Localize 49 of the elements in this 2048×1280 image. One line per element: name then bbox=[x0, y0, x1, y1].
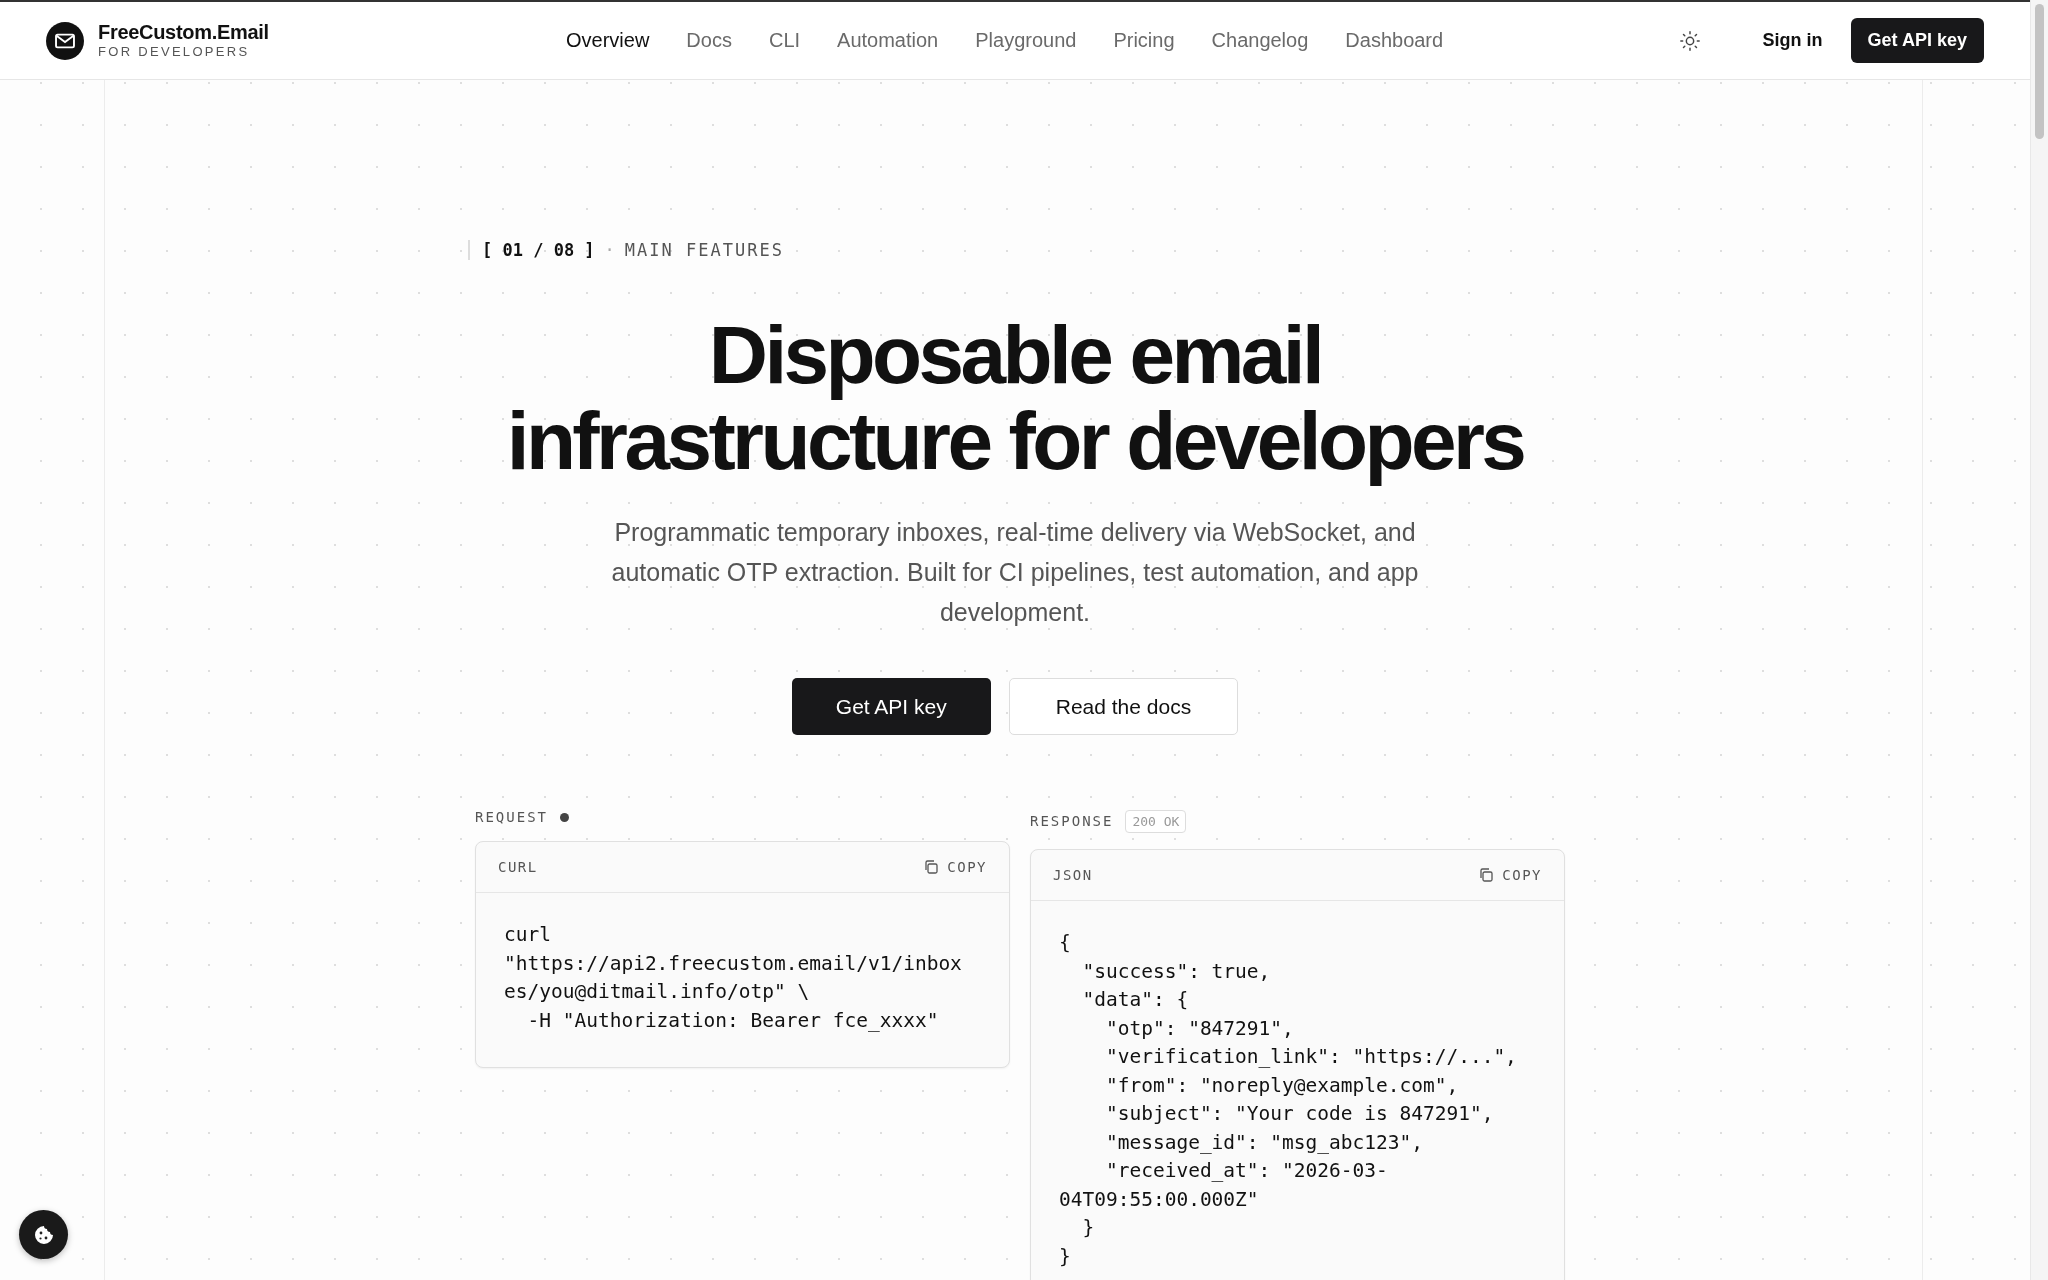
code-line: "verification_link": "https://...", bbox=[1104, 1044, 1518, 1070]
code-line: { bbox=[1059, 930, 1072, 956]
separator-dot: · bbox=[604, 240, 615, 260]
sign-in-link[interactable]: Sign in bbox=[1762, 30, 1823, 51]
language-label: JSON bbox=[1053, 867, 1093, 883]
slide-counter: [ 01 / 08 ] bbox=[482, 240, 595, 260]
code-line: 04T09:55:00.000Z" bbox=[1059, 1186, 1260, 1213]
code-line: "data": { bbox=[1081, 987, 1190, 1013]
code-line: "from": "noreply@example.com", bbox=[1104, 1072, 1460, 1099]
cookie-settings-button[interactable] bbox=[19, 1210, 68, 1259]
language-label: CURL bbox=[498, 859, 538, 875]
code-line: "subject": "Your code is 847291", bbox=[1104, 1101, 1495, 1127]
nav-link[interactable]: Playground bbox=[975, 29, 1077, 52]
nav-link[interactable]: Dashboard bbox=[1345, 29, 1444, 52]
nav-link[interactable]: Overview bbox=[566, 29, 650, 52]
copy-button[interactable]: COPY bbox=[1478, 867, 1542, 883]
copy-icon bbox=[1478, 867, 1495, 883]
section-label: MAIN FEATURES bbox=[624, 240, 784, 260]
copy-icon bbox=[923, 859, 940, 875]
code-line: es/you@ditmail.info/otp" \ bbox=[504, 979, 811, 1005]
get-api-key-button[interactable]: Get API key bbox=[791, 678, 991, 735]
subtitle: Programmatic temporary inboxes, real-time delivery via WebSocket, and automatic OTP extraction. Built for CI pipelines, test automation, and app development. bbox=[610, 517, 1420, 628]
headline: Disposable email bbox=[708, 312, 1322, 398]
code-line: -H "Authorization: Bearer fce_xxxx" bbox=[526, 1007, 940, 1034]
code-line: curl bbox=[504, 922, 552, 948]
nav-link[interactable]: Changelog bbox=[1211, 29, 1309, 52]
nav-link[interactable]: Docs bbox=[686, 29, 732, 52]
nav-link[interactable]: Pricing bbox=[1113, 29, 1175, 52]
read-docs-button[interactable]: Read the docs bbox=[1008, 678, 1239, 735]
code-line: "success": true, bbox=[1081, 958, 1272, 985]
nav-link[interactable]: CLI bbox=[768, 29, 801, 52]
code-line: "https://api2.freecustom.email/v1/inbox bbox=[504, 950, 963, 977]
code-line: "received_at": "2026-03- bbox=[1104, 1158, 1389, 1184]
status-dot-icon bbox=[560, 812, 569, 822]
scrollbar[interactable] bbox=[2030, 0, 2048, 1280]
code-line: } bbox=[1081, 1215, 1096, 1241]
brand-name[interactable]: FreeCustom.Email bbox=[98, 22, 269, 44]
mail-logo-icon[interactable] bbox=[46, 21, 84, 60]
brand-tagline: FOR DEVELOPERS bbox=[98, 45, 251, 59]
response-label: RESPONSE bbox=[1030, 813, 1114, 829]
copy-button[interactable]: COPY bbox=[923, 859, 987, 875]
theme-toggle-sun-icon[interactable] bbox=[1678, 29, 1701, 52]
request-label: REQUEST bbox=[475, 809, 548, 825]
nav-link[interactable]: Automation bbox=[837, 29, 939, 52]
code-line: "message_id": "msg_abc123", bbox=[1104, 1129, 1424, 1156]
get-api-key-button[interactable]: Get API key bbox=[1850, 18, 1984, 63]
code-line: "otp": "847291", bbox=[1104, 1015, 1295, 1042]
status-badge: 200 OK bbox=[1125, 809, 1187, 833]
code-line: } bbox=[1059, 1243, 1072, 1270]
